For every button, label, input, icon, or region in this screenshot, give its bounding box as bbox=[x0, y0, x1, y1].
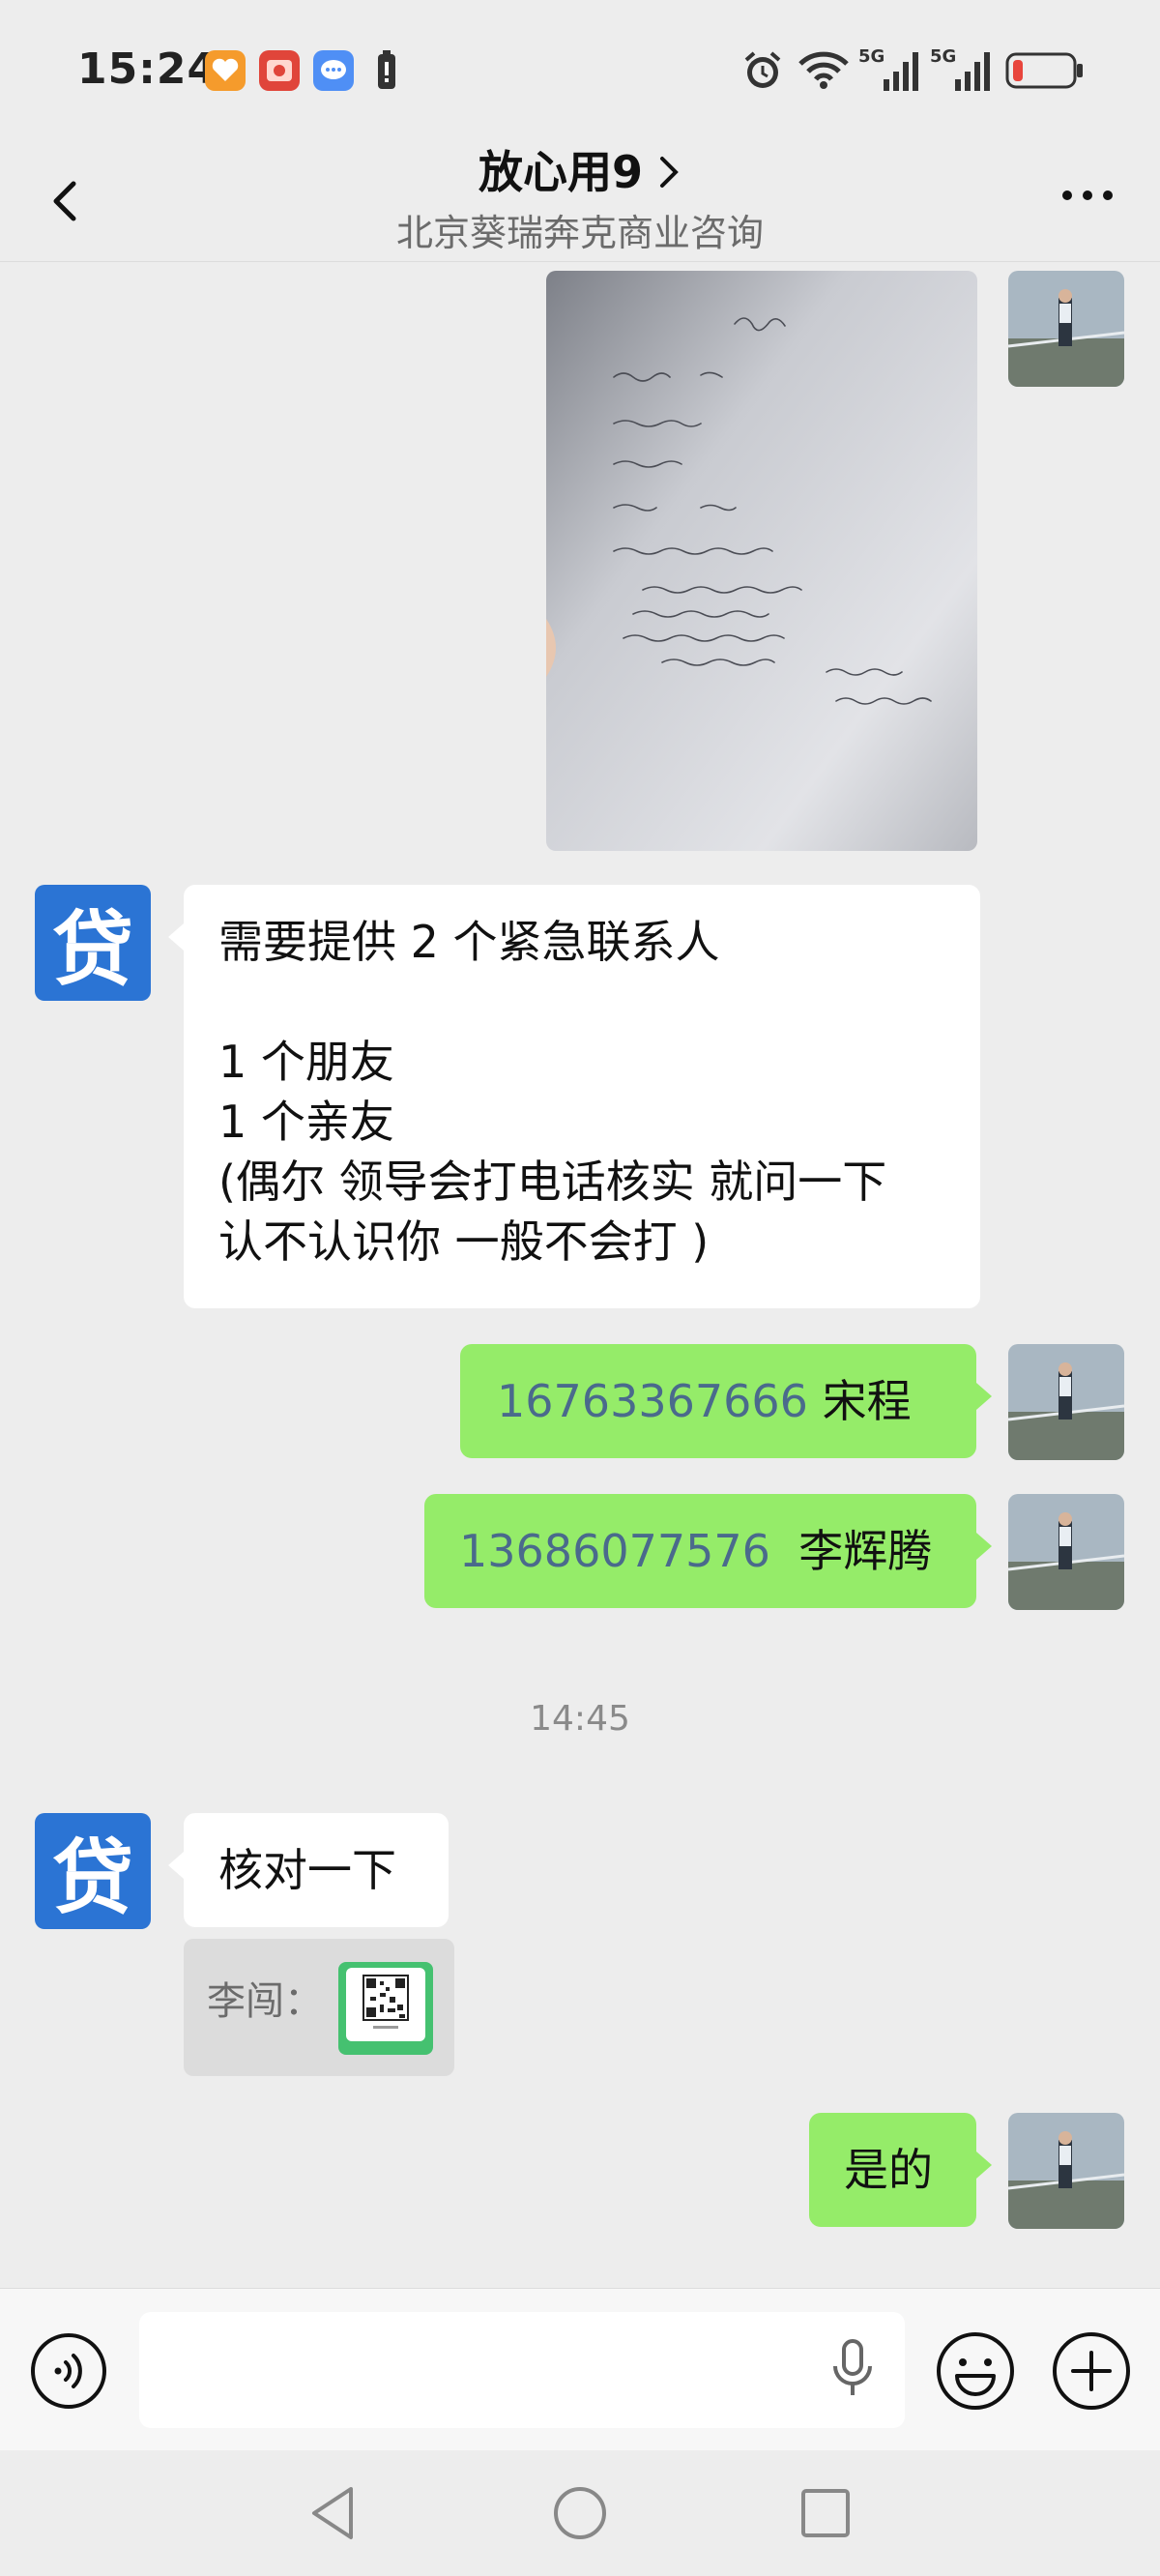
my-avatar[interactable] bbox=[1008, 2113, 1124, 2229]
more-actions-button[interactable] bbox=[1050, 2329, 1133, 2416]
input-bar bbox=[0, 2288, 1160, 2451]
chat-title-text: 放心用9 bbox=[478, 146, 643, 198]
alarm-icon bbox=[740, 48, 785, 97]
message-line: 认不认识你 一般不会打 ) bbox=[218, 1215, 710, 1268]
voice-mode-icon bbox=[31, 2333, 106, 2409]
contact-avatar[interactable]: 贷 bbox=[35, 885, 151, 1001]
message-input[interactable] bbox=[139, 2312, 905, 2428]
plus-icon bbox=[1053, 2332, 1130, 2410]
contact-name: 宋程 bbox=[822, 1375, 912, 1427]
signal-5g-2-icon: 5G bbox=[930, 44, 994, 97]
quote-sender: 李闯： bbox=[207, 1979, 323, 2024]
chat-subtitle: 北京葵瑞奔克商业咨询 bbox=[395, 212, 764, 254]
message-line: (偶尔 领导会打电话核实 就问一下 bbox=[218, 1156, 887, 1208]
message-line: 1 个亲友 bbox=[218, 1096, 394, 1148]
system-nav-bar bbox=[0, 2450, 1160, 2576]
message-text: 是的 bbox=[844, 2144, 933, 2196]
emoji-button[interactable] bbox=[934, 2329, 1017, 2416]
message-icon bbox=[313, 50, 354, 91]
image-message[interactable] bbox=[546, 271, 977, 851]
nav-back-icon bbox=[312, 2487, 353, 2539]
chat-title[interactable]: 放心用9 bbox=[0, 137, 1160, 202]
person-photo-icon bbox=[1008, 271, 1124, 387]
loan-avatar-text: 贷 bbox=[51, 901, 133, 997]
qr-code-icon bbox=[346, 1968, 425, 2041]
message-bubble-contacts-request[interactable]: 需要提供 2 个紧急联系人 1 个朋友 1 个亲友 (偶尔 领导会打电话核实 就… bbox=[168, 885, 980, 1308]
battery-saver-icon bbox=[375, 50, 398, 95]
qr-code-thumbnail[interactable] bbox=[338, 1962, 433, 2055]
message-line: 1 个朋友 bbox=[218, 1036, 394, 1088]
nav-recents-button[interactable] bbox=[797, 2479, 855, 2551]
contact-avatar[interactable]: 贷 bbox=[35, 1813, 151, 1929]
person-photo-icon bbox=[1008, 1344, 1124, 1460]
more-options-button[interactable] bbox=[1054, 176, 1121, 215]
voice-input-button[interactable] bbox=[824, 2335, 882, 2407]
nav-recents-icon bbox=[801, 2489, 850, 2537]
message-bubble-contact-1[interactable]: 16763367666 宋程 bbox=[460, 1344, 992, 1458]
message-bubble-verify[interactable]: 核对一下 bbox=[168, 1813, 449, 1927]
app-red-icon bbox=[259, 50, 300, 91]
battery-low-icon bbox=[1005, 52, 1085, 93]
loan-avatar-text: 贷 bbox=[51, 1830, 133, 1925]
chat-header: 放心用9 北京葵瑞奔克商业咨询 bbox=[0, 135, 1160, 262]
person-photo-icon bbox=[1008, 2113, 1124, 2229]
message-line: 需要提供 2 个紧急联系人 bbox=[218, 916, 720, 968]
nav-home-button[interactable] bbox=[551, 2479, 609, 2551]
chevron-right-icon bbox=[656, 150, 682, 202]
message-text: 核对一下 bbox=[218, 1844, 396, 1896]
emoji-icon bbox=[937, 2332, 1014, 2410]
app-heart-icon bbox=[205, 50, 246, 91]
iou-note-image bbox=[546, 271, 977, 851]
quoted-message[interactable]: 李闯： bbox=[184, 1939, 454, 2076]
microphone-icon bbox=[833, 2339, 872, 2395]
svg-text:5G: 5G bbox=[858, 46, 884, 67]
status-bar: 15:24 5G 5G bbox=[0, 0, 1160, 135]
message-bubble-contact-2[interactable]: 13686077576 李辉腾 bbox=[424, 1494, 992, 1608]
my-avatar[interactable] bbox=[1008, 1494, 1124, 1610]
svg-text:5G: 5G bbox=[930, 46, 956, 67]
status-time: 15:24 bbox=[77, 44, 218, 94]
phone-number-link[interactable]: 13686077576 bbox=[459, 1525, 770, 1577]
wifi-icon bbox=[797, 48, 851, 95]
nav-back-button[interactable] bbox=[304, 2479, 362, 2551]
person-photo-icon bbox=[1008, 1494, 1124, 1610]
message-timestamp: 14:45 bbox=[530, 1699, 630, 1739]
my-avatar[interactable] bbox=[1008, 1344, 1124, 1460]
nav-home-icon bbox=[554, 2487, 606, 2539]
contact-name: 李辉腾 bbox=[798, 1525, 933, 1577]
message-bubble-confirm[interactable]: 是的 bbox=[809, 2113, 992, 2227]
my-avatar[interactable] bbox=[1008, 271, 1124, 387]
signal-5g-1-icon: 5G bbox=[858, 44, 922, 97]
voice-mode-button[interactable] bbox=[29, 2331, 108, 2415]
more-dots-icon bbox=[1062, 190, 1113, 200]
phone-number-link[interactable]: 16763367666 bbox=[497, 1375, 808, 1427]
